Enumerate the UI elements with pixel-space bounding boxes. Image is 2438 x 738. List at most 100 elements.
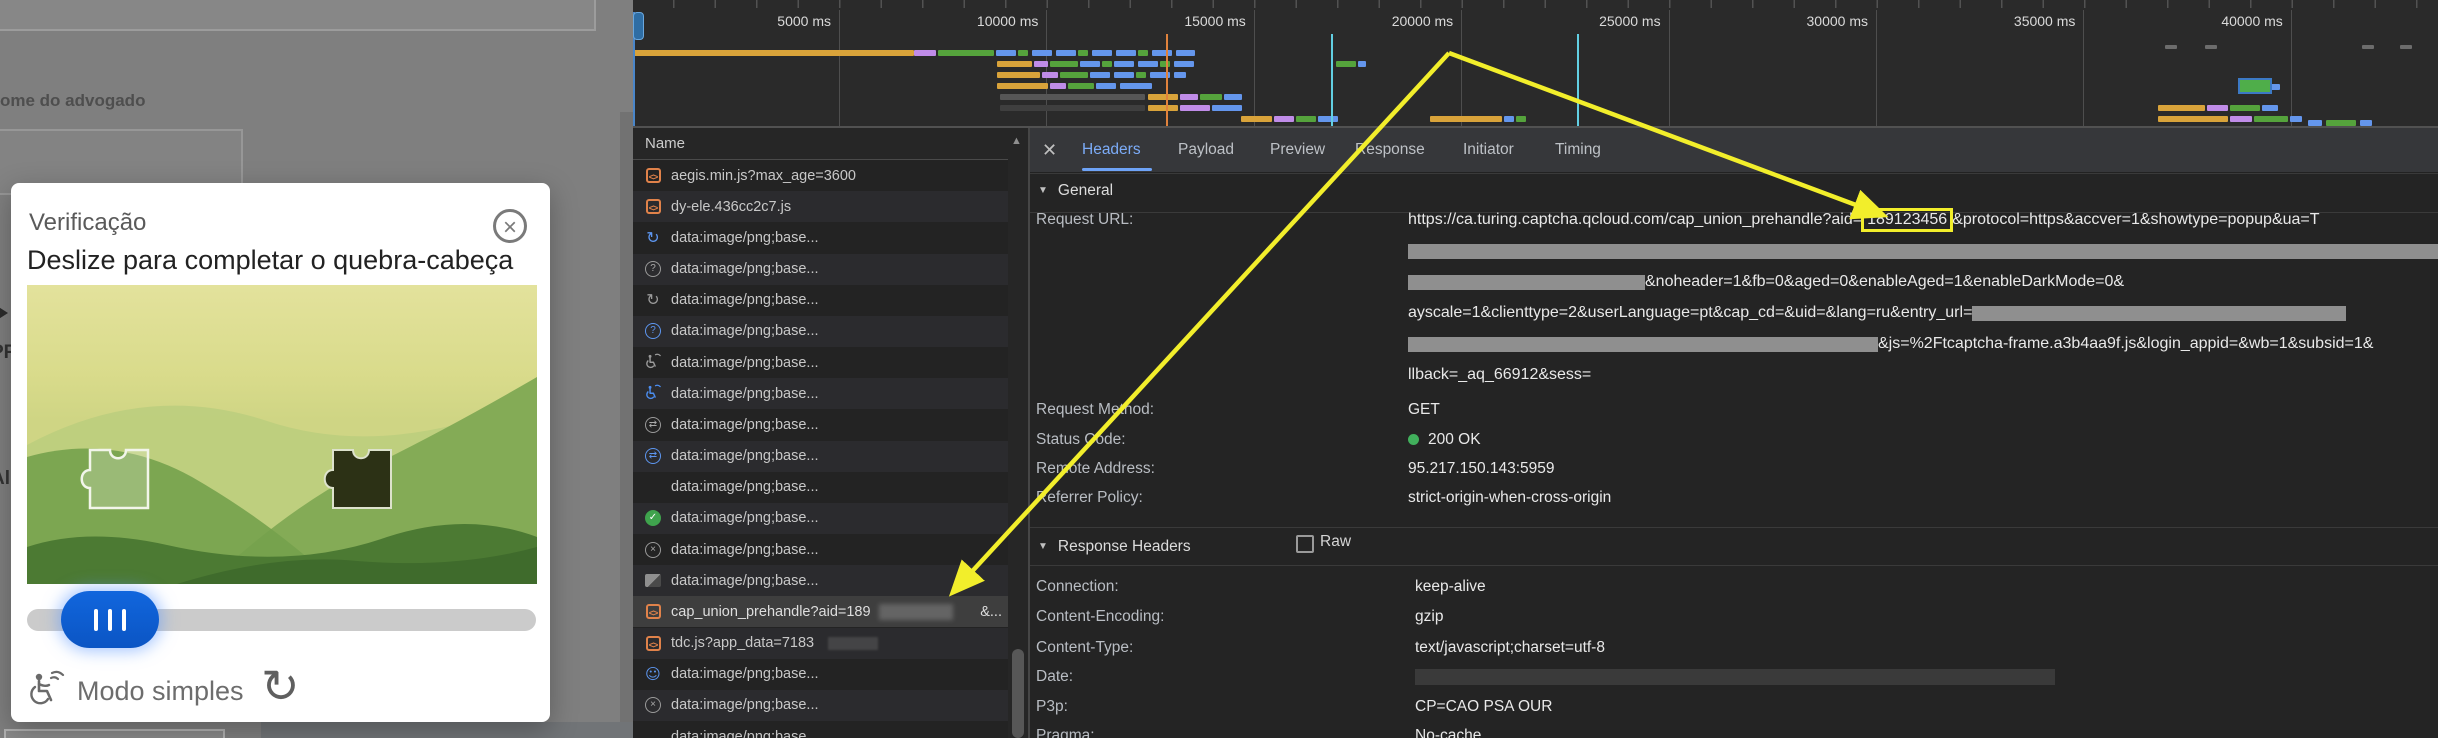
waterfall-bar <box>1160 61 1170 67</box>
waterfall-bar <box>997 72 1040 78</box>
header-value: 95.217.150.143:5959 <box>1408 459 1555 479</box>
refresh-icon[interactable]: ↻ <box>261 659 300 713</box>
scrollbar-thumb[interactable] <box>1012 649 1024 738</box>
url-text: https://ca.turing.captcha.qcloud.com/cap… <box>1408 211 1862 229</box>
raw-checkbox[interactable] <box>1296 535 1314 553</box>
network-request-row[interactable]: ↻data:image/png;base... <box>633 285 1008 316</box>
network-request-row[interactable]: data:image/png;base... <box>633 565 1008 596</box>
waterfall-bar <box>1000 105 1145 111</box>
network-request-row[interactable]: ⇄data:image/png;base... <box>633 409 1008 440</box>
response-headers-section-header[interactable]: ▼Response Headers <box>1038 538 1191 556</box>
network-request-row[interactable]: ☺data:image/png;base... <box>633 659 1008 690</box>
response-header-label: Content-Type: <box>1036 638 1396 658</box>
event-marker-line <box>1577 34 1579 128</box>
request-name: data:image/png;base... <box>671 729 819 738</box>
general-section-header[interactable]: ▼General <box>1038 182 1113 200</box>
waterfall-bar <box>1056 50 1076 56</box>
time-label: 10000 ms <box>878 13 1038 29</box>
network-request-row[interactable]: ✓data:image/png;base... <box>633 503 1008 534</box>
request-name: dy-ele.436cc2c7.js <box>671 199 791 215</box>
time-label: 30000 ms <box>1708 13 1868 29</box>
redacted-bar <box>1408 337 1878 352</box>
page-scroll-strip <box>620 112 633 738</box>
waterfall-bar <box>1274 116 1294 122</box>
network-request-row[interactable]: ×data:image/png;base... <box>633 690 1008 721</box>
waterfall-bar <box>996 50 1016 56</box>
waterfall-bar <box>2158 105 2205 111</box>
network-overview-timeline[interactable]: 5000 ms10000 ms15000 ms20000 ms25000 ms3… <box>633 0 2438 128</box>
scrollbar-up-icon[interactable]: ▲ <box>1011 135 1022 147</box>
network-request-row[interactable]: <>dy-ele.436cc2c7.js <box>633 191 1008 222</box>
waterfall-bar <box>2360 120 2372 126</box>
network-request-row[interactable]: ⇄data:image/png;base... <box>633 441 1008 472</box>
waterfall-bar <box>1078 50 1088 56</box>
request-name: data:image/png;base... <box>671 386 819 402</box>
tab-payload[interactable]: Payload <box>1178 141 1234 159</box>
close-detail-icon[interactable]: ✕ <box>1042 140 1057 161</box>
name-column-header[interactable]: Name <box>633 128 1028 160</box>
captcha-instruction: Deslize para completar o quebra-cabeça <box>27 245 513 276</box>
waterfall-bar <box>634 50 914 56</box>
header-label: Remote Address: <box>1036 459 1396 479</box>
waterfall-bar <box>997 61 1032 67</box>
response-header-value: CP=CAO PSA OUR <box>1415 697 1552 717</box>
url-text: ayscale=1&clienttype=2&userLanguage=pt&c… <box>1408 304 1972 322</box>
waterfall-bar <box>2207 105 2228 111</box>
waterfall-bar <box>1096 83 1116 89</box>
list-scrollbar[interactable]: ▲ <box>1008 128 1028 738</box>
waterfall-bar <box>2205 45 2217 49</box>
waterfall-bar <box>1180 105 1210 111</box>
screenshot-stage: ome do advogado PF Al Verificação × Desl… <box>0 0 2438 738</box>
waterfall-bar <box>1060 72 1088 78</box>
redacted-bar <box>1408 275 1645 290</box>
tab-initiator[interactable]: Initiator <box>1463 141 1514 159</box>
waterfall-bar <box>1092 50 1112 56</box>
tab-preview[interactable]: Preview <box>1270 141 1325 159</box>
network-request-row[interactable]: <>cap_union_prehandle?aid=189&... <box>633 596 1008 627</box>
request-name: data:image/png;base... <box>671 355 819 371</box>
close-circle-icon: × <box>645 697 661 713</box>
slider-handle[interactable] <box>61 591 159 648</box>
network-request-row[interactable]: ?data:image/png;base... <box>633 254 1008 285</box>
waterfall-bar <box>1318 116 1338 122</box>
waterfall-bar <box>1120 83 1152 89</box>
close-circle-icon: × <box>645 542 661 558</box>
request-name: data:image/png;base... <box>671 479 819 495</box>
tab-response[interactable]: Response <box>1355 141 1425 159</box>
tab-timing[interactable]: Timing <box>1555 141 1601 159</box>
header-value: 200 OK <box>1408 430 1481 450</box>
background-field-label: ome do advogado <box>0 91 145 111</box>
event-marker-line <box>1331 34 1333 128</box>
waterfall-bar <box>1136 72 1146 78</box>
network-request-row[interactable]: data:image/png;base... <box>633 721 1008 738</box>
accessibility-icon[interactable] <box>27 669 65 712</box>
waterfall-bar <box>1224 94 1242 100</box>
network-request-row[interactable]: <>aegis.min.js?max_age=3600 <box>633 160 1008 191</box>
network-request-row[interactable]: data:image/png;base... <box>633 472 1008 503</box>
grid-line <box>1461 10 1462 128</box>
close-icon[interactable]: × <box>493 209 527 243</box>
overview-drag-handle[interactable] <box>633 12 644 40</box>
request-detail-panel: ✕ Headers Payload Preview Response Initiator… <box>1030 128 2438 738</box>
simple-mode-link[interactable]: Modo simples <box>77 676 244 707</box>
network-request-row[interactable]: ?data:image/png;base... <box>633 316 1008 347</box>
network-request-row[interactable]: ↻data:image/png;base... <box>633 222 1008 253</box>
header-label: Request URL: <box>1036 210 1396 230</box>
waterfall-bar <box>1080 61 1100 67</box>
puzzle-piece[interactable] <box>325 450 391 508</box>
waterfall-bar <box>2400 45 2412 49</box>
request-name: data:image/png;base... <box>671 417 819 433</box>
network-request-row[interactable]: <>tdc.js?app_data=7183 <box>633 628 1008 659</box>
check-icon: ✓ <box>645 510 661 526</box>
network-request-row[interactable]: ×data:image/png;base... <box>633 534 1008 565</box>
aid-highlight-box: 189123456 <box>1861 208 1953 232</box>
request-name: data:image/png;base... <box>671 573 819 589</box>
response-header-value: keep-alive <box>1415 577 1486 597</box>
puzzle-image <box>27 285 537 584</box>
waterfall-bar <box>1042 72 1058 78</box>
network-request-row[interactable]: data:image/png;base... <box>633 378 1008 409</box>
network-request-row[interactable]: data:image/png;base... <box>633 347 1008 378</box>
waterfall-bar <box>2165 45 2177 49</box>
tab-headers[interactable]: Headers <box>1082 141 1141 159</box>
request-name: aegis.min.js?max_age=3600 <box>671 168 856 184</box>
